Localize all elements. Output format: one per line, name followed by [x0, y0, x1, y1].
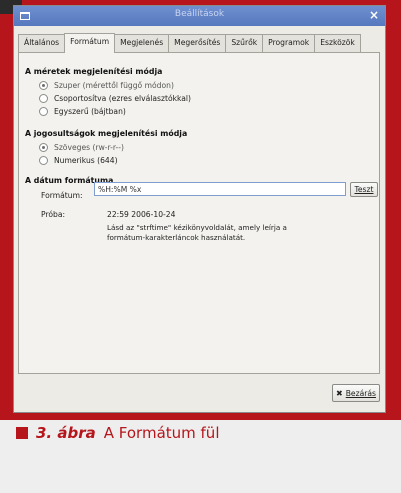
format-input[interactable] — [94, 182, 346, 196]
title-bar[interactable]: Beállítások × — [14, 6, 385, 26]
caption-square-icon — [16, 427, 28, 439]
tab-panel: A méretek megjelenítési módja Szuper (mé… — [18, 52, 380, 374]
perm-option-text[interactable]: Szöveges (rw-r-r--) — [39, 143, 124, 152]
size-option-grouped[interactable]: Csoportosítva (ezres elválasztókkal) — [39, 94, 191, 103]
radio-label: Egyszerű (bájtban) — [54, 107, 126, 116]
caption-number: 3. ábra — [36, 424, 96, 442]
tab-megerosites[interactable]: Megerősítés — [168, 34, 227, 53]
close-button[interactable]: ✖ Bezárás — [332, 384, 380, 402]
preview-label: Próba: — [41, 210, 66, 219]
radio-label: Numerikus (644) — [54, 156, 118, 165]
radio-label: Szuper (mérettől függő módon) — [54, 81, 174, 90]
tab-programok[interactable]: Programok — [262, 34, 316, 53]
radio-button[interactable] — [39, 94, 48, 103]
close-window-icon[interactable]: × — [369, 8, 379, 22]
size-option-super[interactable]: Szuper (mérettől függő módon) — [39, 81, 174, 90]
figure-caption: 3. ábra A Formátum fül — [16, 424, 219, 442]
format-label: Formátum: — [41, 191, 83, 200]
test-button[interactable]: Teszt — [350, 182, 378, 197]
tab-altalanos[interactable]: Általános — [18, 34, 66, 53]
radio-button[interactable] — [39, 143, 48, 152]
radio-button[interactable] — [39, 156, 48, 165]
preferences-window: Beállítások × Általános Formátum Megjele… — [14, 6, 385, 412]
size-option-simple[interactable]: Egyszerű (bájtban) — [39, 107, 126, 116]
tab-szurok[interactable]: Szűrők — [225, 34, 264, 53]
radio-button[interactable] — [39, 107, 48, 116]
perm-option-numeric[interactable]: Numerikus (644) — [39, 156, 118, 165]
close-button-label: Bezárás — [345, 388, 376, 398]
radio-label: Csoportosítva (ezres elválasztókkal) — [54, 94, 191, 103]
window-title: Beállítások — [174, 9, 225, 19]
tab-megjelenes[interactable]: Megjelenés — [114, 34, 170, 53]
caption-text: A Formátum fül — [103, 424, 220, 442]
size-section-title: A méretek megjelenítési módja — [25, 67, 163, 76]
radio-label: Szöveges (rw-r-r--) — [54, 143, 124, 152]
radio-button[interactable] — [39, 81, 48, 90]
close-icon: ✖ — [336, 388, 343, 398]
perm-section-title: A jogosultságok megjelenítési módja — [25, 129, 188, 138]
tab-bar: Általános Formátum Megjelenés Megerősíté… — [18, 33, 361, 53]
help-text: Lásd az "strftime" kézikönyvoldalát, ame… — [107, 223, 287, 242]
preview-value: 22:59 2006-10-24 — [107, 210, 176, 219]
tab-eszkozok[interactable]: Eszközök — [314, 34, 361, 53]
tab-formatum[interactable]: Formátum — [64, 33, 116, 53]
